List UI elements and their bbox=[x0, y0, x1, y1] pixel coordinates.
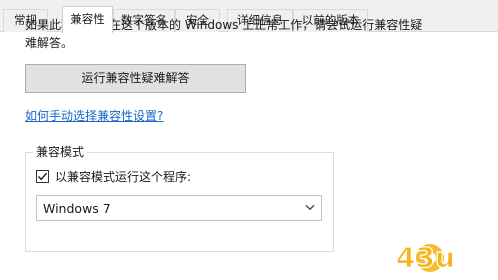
site-watermark: 43u 游戏 bbox=[392, 234, 496, 276]
watermark-text: 游戏 bbox=[452, 242, 478, 258]
checkmark-icon bbox=[37, 172, 48, 181]
run-troubleshooter-button[interactable]: 运行兼容性疑难解答 bbox=[25, 64, 246, 93]
os-version-select-value: Windows 7 bbox=[43, 201, 111, 216]
tab-compatibility[interactable]: 兼容性 bbox=[62, 6, 113, 33]
compat-mode-checkbox-label: 以兼容模式运行这个程序: bbox=[55, 170, 192, 184]
manual-compat-settings-link[interactable]: 如何手动选择兼容性设置? bbox=[25, 107, 163, 124]
compat-mode-checkbox-row[interactable]: 以兼容模式运行这个程序: bbox=[36, 168, 191, 185]
compat-mode-checkbox[interactable] bbox=[36, 170, 49, 183]
watermark-number: 43u bbox=[396, 241, 455, 274]
compatibility-mode-title: 兼容模式 bbox=[33, 143, 88, 160]
watermark-logo-icon: 43u 游戏 bbox=[395, 240, 478, 274]
os-version-select[interactable]: Windows 7 bbox=[36, 195, 322, 221]
chevron-down-icon bbox=[305, 204, 315, 211]
